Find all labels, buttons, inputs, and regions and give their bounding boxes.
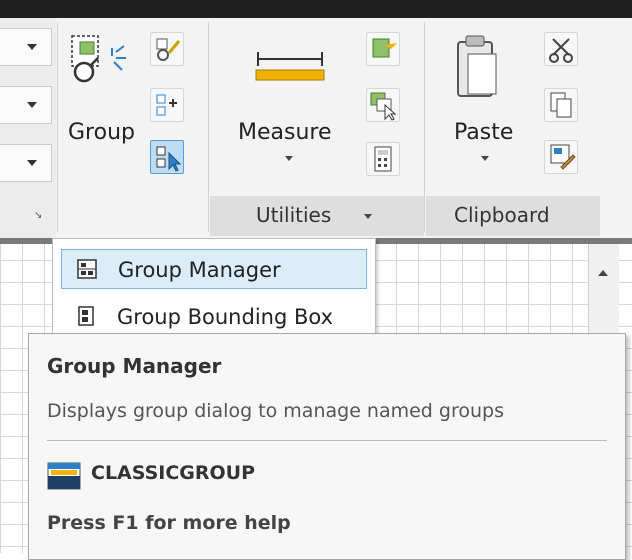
group-manager-dropdown-button[interactable] [150,140,184,174]
menu-item-label: Group Manager [118,258,281,282]
copy-button[interactable] [544,88,578,122]
chevron-down-icon [27,102,37,108]
group-edit-button[interactable] [150,88,184,122]
group-select-icon [156,146,182,172]
measure-icon [255,52,325,81]
chevron-down-icon [481,156,489,161]
chevron-down-icon [27,44,37,50]
ungroup-icon [156,38,181,61]
calculator-button[interactable] [366,142,400,176]
chevron-down-icon [27,160,37,166]
tooltip-description: Displays group dialog to manage named gr… [47,400,504,422]
menu-item-label: Group Bounding Box [117,305,333,329]
group-bounding-box-icon [78,306,94,326]
tooltip: Group Manager Displays group dialog to m… [28,333,626,560]
match-properties-button[interactable] [544,140,578,174]
paste-button[interactable]: Paste [440,30,530,180]
match-properties-icon [550,144,576,170]
tooltip-divider [47,440,607,441]
chevron-down-icon [364,214,372,219]
group-button[interactable]: Group [62,28,148,178]
clipboard-panel-label: Clipboard [454,203,550,227]
vertical-scrollbar[interactable] [588,244,619,344]
separator [57,22,58,232]
calculator-icon [374,146,392,172]
group-dropdown-menu: Group Manager Group Bounding Box [52,238,376,340]
group-icon [71,35,126,83]
select-similar-button[interactable] [366,88,400,122]
quick-select-icon [372,38,397,58]
cut-button[interactable] [544,32,578,66]
tooltip-title: Group Manager [47,354,222,378]
panel-launcher-icon[interactable]: ↘ [34,210,42,221]
measure-button[interactable]: Measure [222,40,352,180]
quick-select-button[interactable] [366,32,400,66]
title-bar [0,0,632,18]
layer-dropdown-2[interactable] [0,86,52,124]
tooltip-help-text: Press F1 for more help [47,512,291,534]
utilities-panel-label: Utilities [256,203,332,227]
group-edit-icon [156,94,177,116]
ungroup-button[interactable] [150,32,184,66]
layer-dropdown-3[interactable] [0,144,52,182]
menu-item-group-manager[interactable]: Group Manager [61,249,367,289]
paste-icon [457,35,497,97]
layer-dropdown-1[interactable] [0,28,52,66]
separator [424,22,425,232]
separator [208,22,209,232]
group-manager-icon [77,259,97,279]
command-window-icon [47,462,81,490]
copy-icon [550,92,572,118]
paste-label: Paste [454,120,514,145]
group-label: Group [68,120,135,145]
menu-item-group-bounding-box[interactable]: Group Bounding Box [61,297,367,337]
chevron-down-icon [285,156,293,161]
scroll-up-icon[interactable] [598,270,608,276]
select-similar-icon [370,92,397,121]
tooltip-command-name: CLASSICGROUP [91,462,256,484]
scissors-icon [549,38,573,63]
measure-label: Measure [238,120,332,145]
